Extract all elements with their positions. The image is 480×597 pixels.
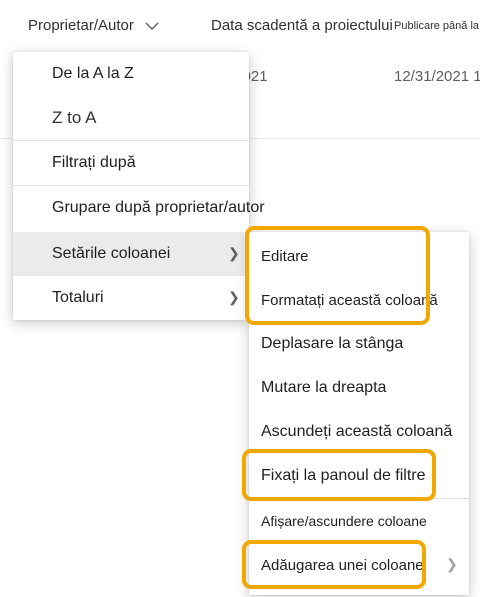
menu-item-sort-z-a[interactable]: Z to A <box>13 96 249 140</box>
submenu-item-pin-to-filters[interactable]: Fixați la panoul de filtre <box>249 454 469 498</box>
submenu-item-format-column[interactable]: Formatați această coloană <box>249 278 469 322</box>
chevron-right-icon: ❯ <box>228 245 240 261</box>
menu-item-group-by[interactable]: Grupare după proprietar/autor <box>13 186 265 230</box>
publish-date-cell: 12/31/2021 1 <box>394 68 480 85</box>
menu-item-label: Setările coloanei <box>52 245 171 262</box>
column-header-due-date-label: Data scadentă a proiectului <box>211 17 393 34</box>
column-context-menu: De la A la Z Z to A Filtrați după Grupar… <box>13 52 265 320</box>
chevron-right-icon: ❯ <box>446 556 458 572</box>
menu-item-label: Deplasare la stânga <box>261 335 404 352</box>
submenu-item-show-hide-columns[interactable]: Afișare/ascundere coloane <box>249 499 469 543</box>
menu-item-label: Z to A <box>52 108 97 127</box>
menu-item-label: Formatați această coloană <box>261 291 438 309</box>
column-settings-submenu: Editare Formatați această coloană Deplas… <box>249 232 469 595</box>
menu-item-label: Mutare la dreapta <box>261 379 387 396</box>
column-header-owner-label: Proprietar/Autor <box>28 17 134 34</box>
menu-item-label: Filtrați după <box>52 154 136 171</box>
menu-item-label: Fixați la panoul de filtre <box>261 467 426 484</box>
menu-item-sort-a-z[interactable]: De la A la Z <box>13 52 249 96</box>
submenu-item-move-left[interactable]: Deplasare la stânga <box>249 322 469 366</box>
submenu-item-edit[interactable]: Editare <box>249 234 469 278</box>
menu-item-label: Ascundeți această coloană <box>261 423 453 440</box>
chevron-right-icon: ❯ <box>228 289 240 305</box>
column-header-due-date[interactable]: Data scadentă a proiectului <box>211 17 393 34</box>
submenu-item-move-right[interactable]: Mutare la dreapta <box>249 366 469 410</box>
menu-item-label: De la A la Z <box>52 65 134 82</box>
menu-item-label: Grupare după proprietar/autor <box>52 199 265 216</box>
menu-item-label: Adăugarea unei coloane <box>261 556 424 574</box>
menu-item-label: Totaluri <box>52 289 104 306</box>
submenu-item-hide-column[interactable]: Ascundeți această coloană <box>249 410 469 454</box>
menu-item-label: Afișare/ascundere coloane <box>261 513 427 529</box>
column-header-publish[interactable]: Publicare până la <box>394 20 479 32</box>
submenu-item-add-column[interactable]: Adăugarea unei coloane ❯ <box>249 543 469 587</box>
column-header-owner[interactable]: Proprietar/Autor <box>28 17 134 34</box>
menu-item-column-settings[interactable]: Setările coloanei ❯ <box>13 232 249 276</box>
chevron-down-icon[interactable] <box>144 20 160 32</box>
menu-item-filter-by[interactable]: Filtrați după <box>13 141 249 185</box>
menu-item-totals[interactable]: Totaluri ❯ <box>13 276 249 320</box>
menu-item-label: Editare <box>261 247 309 265</box>
column-header-publish-label: Publicare până la <box>394 20 480 32</box>
